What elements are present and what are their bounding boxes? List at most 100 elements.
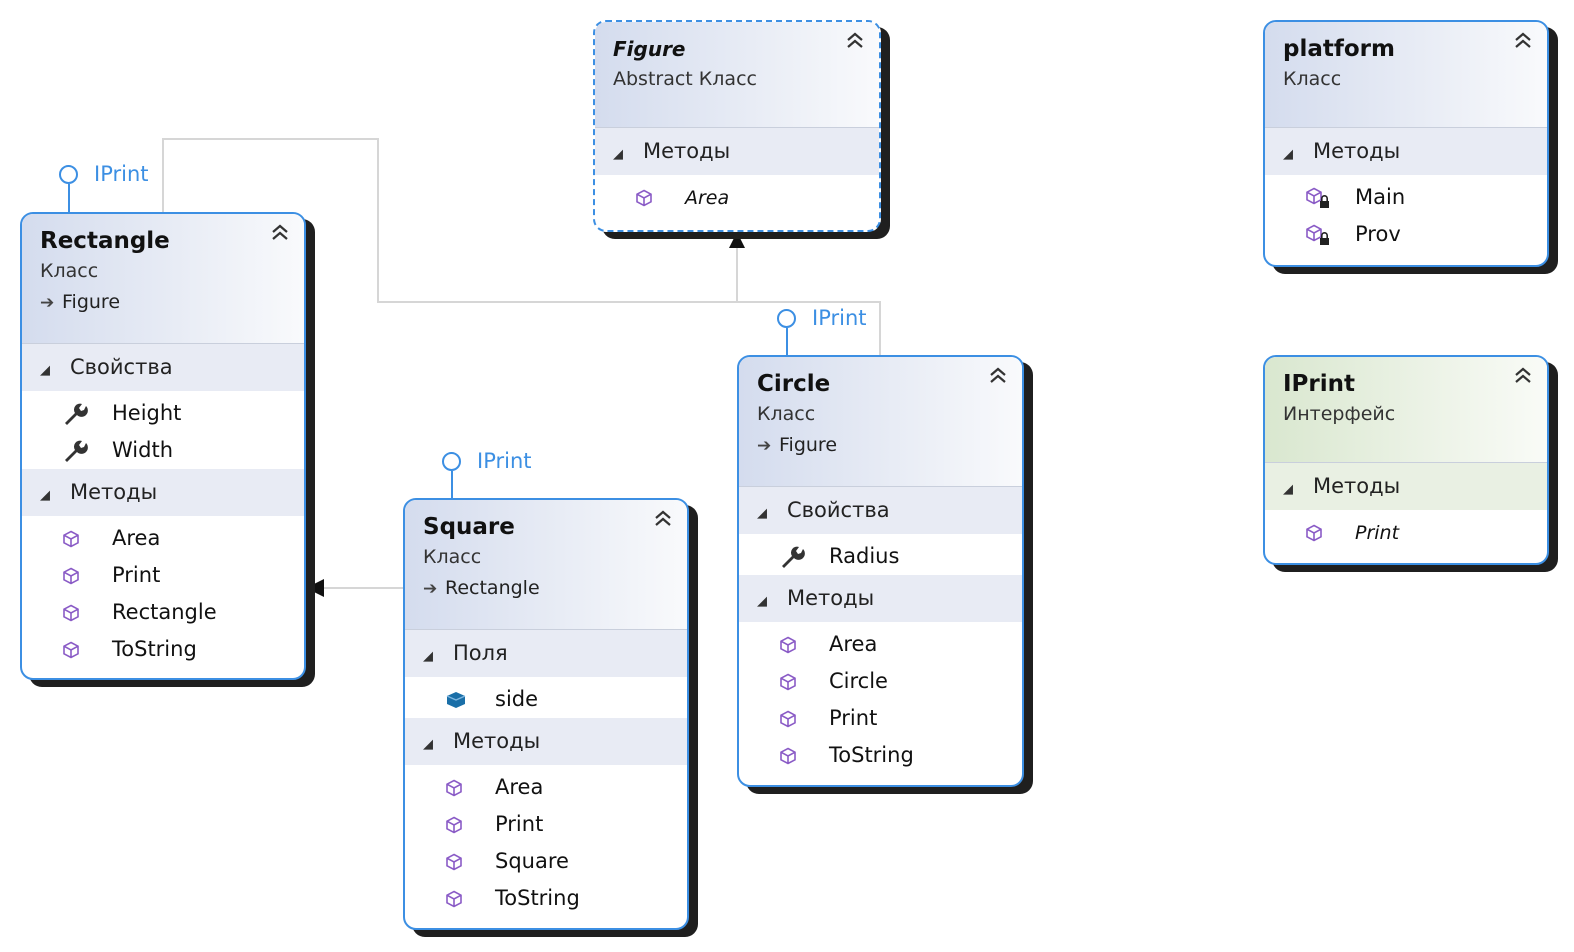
class-name: Rectangle xyxy=(40,228,170,254)
wrench-icon xyxy=(62,438,112,464)
circle-class-box[interactable]: Circle Класс ➔ Figure ◢ Свойства Radius ◢ М… xyxy=(737,355,1024,787)
class-header: platform Класс xyxy=(1265,22,1547,128)
class-header: Rectangle Класс ➔ Figure xyxy=(22,214,304,344)
member-item[interactable]: Area xyxy=(595,179,879,216)
member-item[interactable]: Main xyxy=(1265,179,1547,216)
method-icon xyxy=(445,890,495,908)
expand-triangle-icon: ◢ xyxy=(423,737,433,752)
member-item[interactable]: ToString xyxy=(405,880,687,917)
expand-triangle-icon: ◢ xyxy=(1283,147,1293,162)
member-item[interactable]: Square xyxy=(405,843,687,880)
method-icon xyxy=(62,604,112,622)
member-item[interactable]: Area xyxy=(739,626,1022,663)
base-class: ➔ Rectangle xyxy=(423,572,669,605)
inherits-arrow-icon: ➔ xyxy=(757,436,772,456)
expand-triangle-icon: ◢ xyxy=(613,147,623,162)
figure-class-box[interactable]: Figure Abstract Класс ◢ Методы Area xyxy=(593,20,881,232)
class-kind: Abstract Класс xyxy=(613,68,757,90)
wrench-icon xyxy=(62,401,112,427)
member-item[interactable]: Prov xyxy=(1265,216,1547,253)
field-icon xyxy=(445,690,495,710)
inheritance-arrowhead-figure xyxy=(729,232,745,248)
section-methods[interactable]: ◢ Методы xyxy=(22,469,304,516)
section-methods[interactable]: ◢ Методы xyxy=(1265,128,1547,175)
expand-triangle-icon: ◢ xyxy=(423,649,433,664)
private-method-icon xyxy=(1305,224,1355,246)
class-header: Figure Abstract Класс xyxy=(595,22,879,128)
member-item[interactable]: Print xyxy=(22,557,304,594)
expand-triangle-icon: ◢ xyxy=(757,594,767,609)
class-kind: Класс xyxy=(757,403,816,425)
platform-class-box[interactable]: platform Класс ◢ Методы Main Prov xyxy=(1263,20,1549,267)
method-icon xyxy=(779,673,829,691)
member-item[interactable]: Circle xyxy=(739,663,1022,700)
member-item[interactable]: Print xyxy=(739,700,1022,737)
inherits-arrow-icon: ➔ xyxy=(423,579,438,599)
collapse-icon[interactable] xyxy=(845,30,865,50)
rectangle-class-box[interactable]: Rectangle Класс ➔ Figure ◢ Свойства Height… xyxy=(20,212,306,680)
interface-lollipop-icon xyxy=(59,165,78,184)
private-method-icon xyxy=(1305,187,1355,209)
class-name: Figure xyxy=(613,37,686,61)
interface-header: IPrint Интерфейс xyxy=(1265,357,1547,463)
iprint-interface-box[interactable]: IPrint Интерфейс ◢ Методы Print xyxy=(1263,355,1549,565)
method-icon xyxy=(445,853,495,871)
method-icon xyxy=(1305,524,1355,542)
class-name: Square xyxy=(423,514,515,540)
collapse-icon[interactable] xyxy=(270,222,290,242)
section-methods[interactable]: ◢ Методы xyxy=(595,128,879,175)
inheritance-arrowhead-rectangle xyxy=(306,579,324,597)
member-item[interactable]: ToString xyxy=(739,737,1022,774)
collapse-icon[interactable] xyxy=(653,508,673,528)
base-class: ➔ Figure xyxy=(757,429,1004,462)
section-methods[interactable]: ◢ Методы xyxy=(739,575,1022,622)
member-item[interactable]: Width xyxy=(22,432,304,469)
interface-lollipop-icon xyxy=(777,309,796,328)
class-name: platform xyxy=(1283,36,1395,62)
section-fields[interactable]: ◢ Поля xyxy=(405,630,687,677)
method-icon xyxy=(62,530,112,548)
section-methods[interactable]: ◢ Методы xyxy=(1265,463,1547,510)
method-icon xyxy=(779,636,829,654)
method-icon xyxy=(445,779,495,797)
inherits-arrow-icon: ➔ xyxy=(40,293,55,313)
class-kind: Класс xyxy=(423,546,482,568)
base-class: ➔ Figure xyxy=(40,286,286,319)
section-properties[interactable]: ◢ Свойства xyxy=(22,344,304,391)
class-kind: Класс xyxy=(40,260,99,282)
collapse-icon[interactable] xyxy=(1513,30,1533,50)
method-icon xyxy=(635,189,685,207)
member-item[interactable]: side xyxy=(405,681,687,718)
expand-triangle-icon: ◢ xyxy=(1283,482,1293,497)
class-header: Square Класс ➔ Rectangle xyxy=(405,500,687,630)
member-item[interactable]: Radius xyxy=(739,538,1022,575)
interface-name: IPrint xyxy=(1283,371,1356,397)
expand-triangle-icon: ◢ xyxy=(757,506,767,521)
class-name: Circle xyxy=(757,371,831,397)
member-item[interactable]: ToString xyxy=(22,631,304,668)
class-kind: Класс xyxy=(1283,68,1342,90)
member-item[interactable]: Area xyxy=(22,520,304,557)
lollipop-label[interactable]: IPrint xyxy=(94,162,149,186)
interface-lollipop-icon xyxy=(442,452,461,471)
lollipop-label[interactable]: IPrint xyxy=(812,306,867,330)
member-item[interactable]: Area xyxy=(405,769,687,806)
member-item[interactable]: Rectangle xyxy=(22,594,304,631)
section-methods[interactable]: ◢ Методы xyxy=(405,718,687,765)
method-icon xyxy=(779,747,829,765)
method-icon xyxy=(445,816,495,834)
section-properties[interactable]: ◢ Свойства xyxy=(739,487,1022,534)
collapse-icon[interactable] xyxy=(988,365,1008,385)
interface-kind: Интерфейс xyxy=(1283,403,1396,425)
class-header: Circle Класс ➔ Figure xyxy=(739,357,1022,487)
wrench-icon xyxy=(779,544,829,570)
square-class-box[interactable]: Square Класс ➔ Rectangle ◢ Поля side ◢ Мето… xyxy=(403,498,689,930)
method-icon xyxy=(62,567,112,585)
member-item[interactable]: Print xyxy=(1265,514,1547,551)
member-item[interactable]: Height xyxy=(22,395,304,432)
member-item[interactable]: Print xyxy=(405,806,687,843)
lollipop-label[interactable]: IPrint xyxy=(477,449,532,473)
expand-triangle-icon: ◢ xyxy=(40,363,50,378)
collapse-icon[interactable] xyxy=(1513,365,1533,385)
method-icon xyxy=(779,710,829,728)
